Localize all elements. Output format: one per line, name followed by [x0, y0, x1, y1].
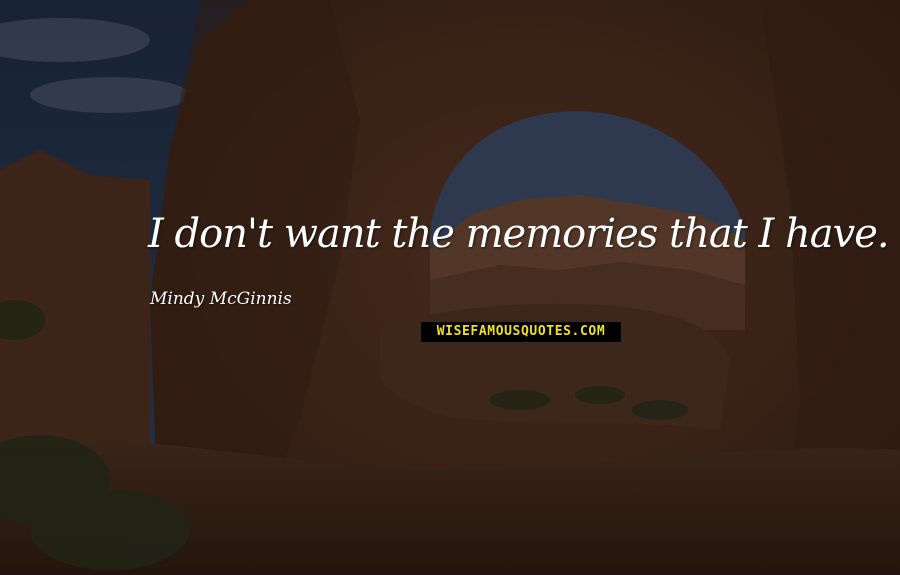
quote-author: Mindy McGinnis	[150, 289, 292, 309]
background-photo	[0, 0, 900, 575]
watermark-badge: WISEFAMOUSQUOTES.COM	[421, 322, 621, 342]
watermark-text: WISEFAMOUSQUOTES.COM	[436, 324, 606, 339]
quote-text: I don't want the memories that I have.	[148, 211, 890, 257]
